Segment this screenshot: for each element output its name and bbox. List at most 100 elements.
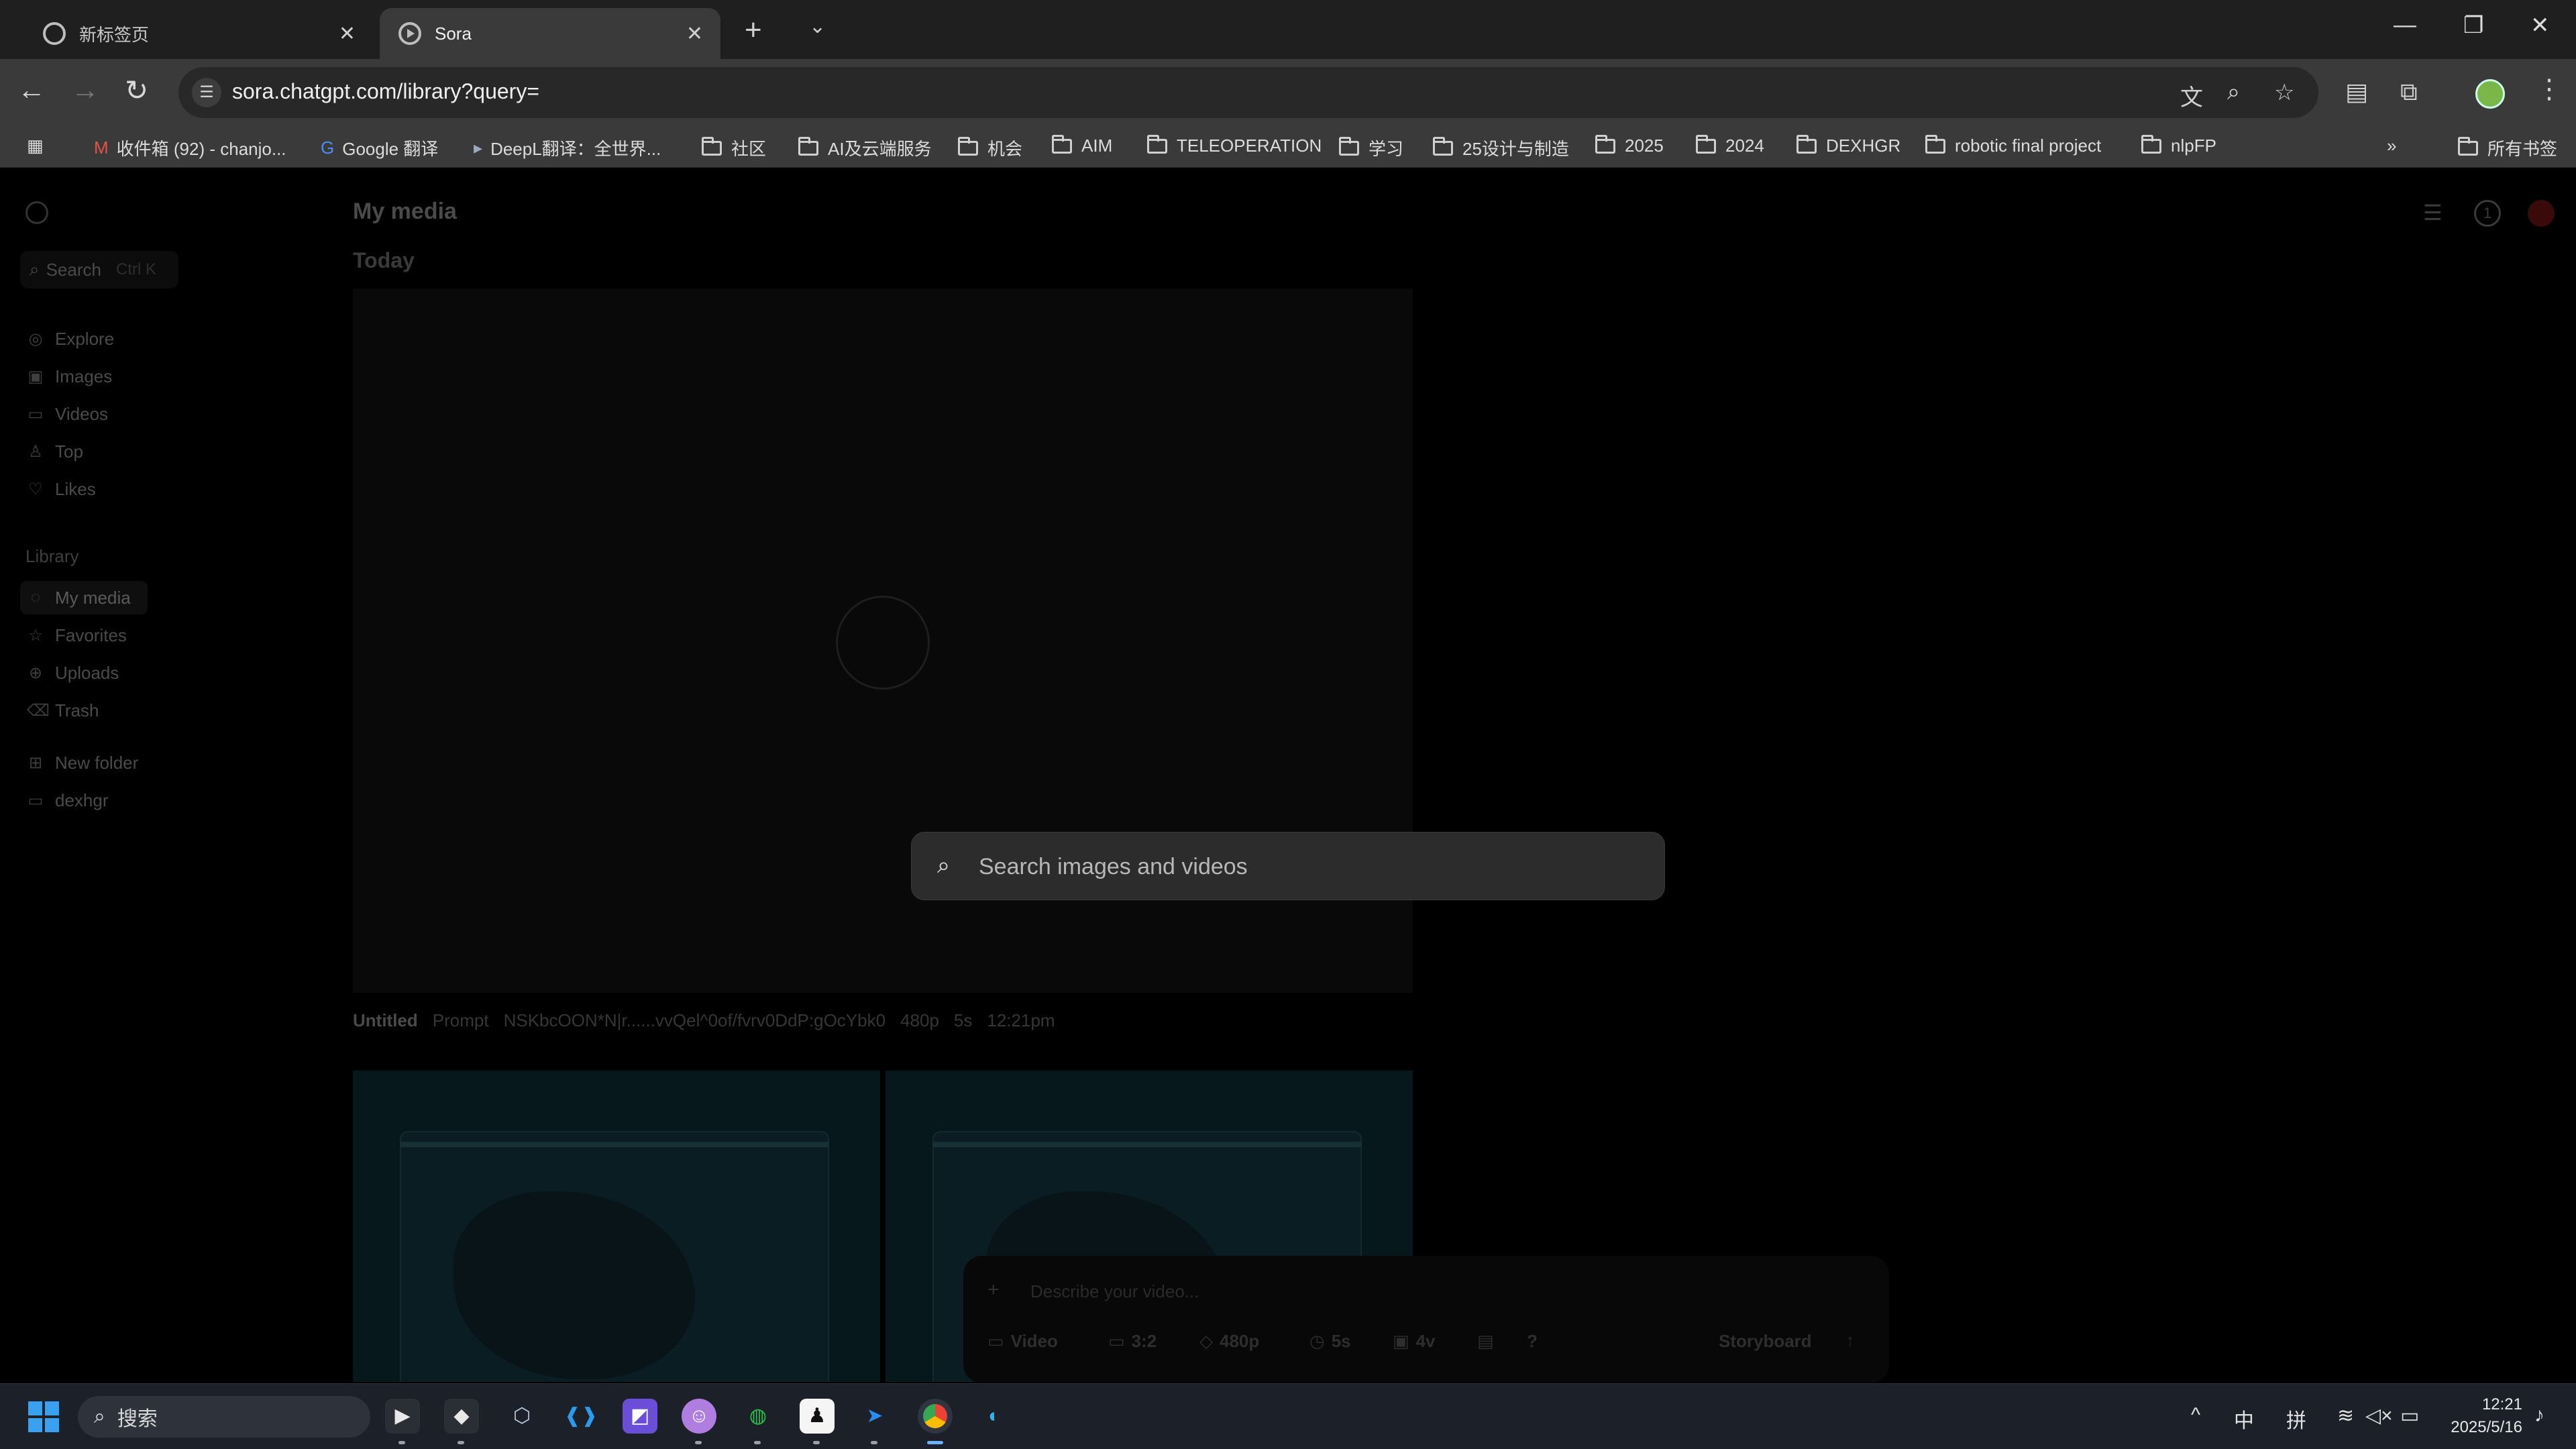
taskbar-search[interactable]: ⌕ 搜索 <box>78 1396 370 1438</box>
duration-selector[interactable]: ◷ 5s <box>1309 1331 1351 1352</box>
vscode-icon[interactable]: ❰❱ <box>564 1399 598 1434</box>
document-extension-icon[interactable]: ▤ <box>2345 78 2368 106</box>
apps-grid-icon[interactable]: ▦ <box>27 136 52 156</box>
avatar[interactable] <box>2528 200 2555 227</box>
folder-icon: ▭ <box>28 791 44 810</box>
bookmark-folder[interactable]: 社区 <box>702 136 766 160</box>
media-icon: ◌ <box>30 588 41 606</box>
bookmark-folder[interactable]: 25设计与制造 <box>1433 136 1569 160</box>
sidebar-item-uploads[interactable]: ⊕ Uploads <box>20 656 148 690</box>
preset-icon[interactable]: ▤ <box>1477 1331 1494 1352</box>
tray-overflow-icon[interactable]: ^ <box>2191 1404 2200 1427</box>
browser-tab-bar: 新标签页 ✕ Sora ✕ + ⌄ — ❐ ✕ <box>0 0 2576 59</box>
edge-icon[interactable]: ◐ <box>977 1399 1012 1434</box>
battery-icon[interactable]: ▭ <box>2400 1404 2419 1428</box>
zoom-icon[interactable]: ⌕ <box>2227 79 2240 105</box>
app-feishu-icon[interactable]: ➤ <box>857 1399 892 1444</box>
bookmark-folder[interactable]: AI及云端服务 <box>798 136 932 160</box>
app-cube-icon[interactable]: ⬡ <box>504 1399 539 1434</box>
help-button[interactable]: ? <box>1527 1331 1538 1352</box>
upload-icon: ⊕ <box>28 663 43 682</box>
bookmark-folder[interactable]: nlpFP <box>2141 134 2216 156</box>
browser-menu-icon[interactable]: ⋮ <box>2536 74 2563 105</box>
extensions-puzzle-icon[interactable]: ⧉ <box>2400 78 2418 107</box>
sidebar-item-likes[interactable]: ♡ Likes <box>20 472 148 506</box>
taskbar-clock[interactable]: 12:21 2025/5/16 <box>2435 1393 2522 1439</box>
profile-avatar[interactable] <box>2475 79 2505 109</box>
bookmark-folder[interactable]: 学习 <box>1339 136 1403 160</box>
address-bar[interactable]: ☰ sora.chatgpt.com/library?query= 文 ⌕ ☆ <box>178 67 2318 118</box>
resolution-selector[interactable]: ◇ 480p <box>1199 1331 1259 1352</box>
search-input[interactable] <box>979 849 1636 885</box>
sidebar-item-top[interactable]: ♙ Top <box>20 435 148 468</box>
bookmark-folder[interactable]: DEXHGR <box>1796 134 1900 156</box>
tab-new-tab[interactable]: 新标签页 ✕ <box>24 8 373 59</box>
windows-start-icon[interactable] <box>28 1401 59 1432</box>
translate-icon[interactable]: 文 <box>2180 79 2203 112</box>
app-terminal-icon[interactable]: ▶ <box>385 1399 420 1444</box>
tab-sora[interactable]: Sora ✕ <box>380 8 720 59</box>
media-thumbnail[interactable] <box>353 1071 880 1382</box>
storyboard-button[interactable]: Storyboard <box>1719 1331 1812 1352</box>
chrome-icon[interactable] <box>918 1399 953 1444</box>
bookmark-folder[interactable]: robotic final project <box>1925 134 2101 156</box>
back-icon[interactable]: ← <box>17 74 46 106</box>
openai-logo-icon[interactable] <box>25 201 48 224</box>
aspect-ratio-selector[interactable]: ▭ 3:2 <box>1108 1331 1157 1352</box>
new-tab-button[interactable]: + <box>745 13 762 47</box>
close-window-icon[interactable]: ✕ <box>2530 12 2550 39</box>
folder-icon <box>1433 136 1453 156</box>
sidebar-item-explore[interactable]: ◎ Explore <box>20 322 148 356</box>
notification-badge[interactable]: 1 <box>2474 200 2501 227</box>
app-cat-icon[interactable]: ☺ <box>682 1399 716 1444</box>
video-icon: ▭ <box>28 405 44 423</box>
bookmark-folder[interactable]: 机会 <box>958 136 1022 160</box>
sidebar-item-new-folder[interactable]: ⊞ New folder <box>20 746 148 780</box>
sidebar-item-dexhgr[interactable]: ▭ dexhgr <box>20 784 148 817</box>
bookmark-folder[interactable]: AIM <box>1052 134 1112 156</box>
close-tab-icon[interactable]: ✕ <box>686 22 703 46</box>
bookmark-deepl[interactable]: ▸ DeepL翻译：全世界... <box>474 136 661 160</box>
volume-muted-icon[interactable]: ◁× <box>2365 1404 2393 1428</box>
sidebar-item-my-media[interactable]: ◌ My media <box>20 581 148 614</box>
sidebar-search[interactable]: ⌕ Search Ctrl K <box>20 251 178 288</box>
close-tab-icon[interactable]: ✕ <box>339 22 356 46</box>
windows-taskbar: ⌕ 搜索 ▶ ◆ ⬡ ❰❱ ◩ ☺ ◍ ♟ ➤ ◐ ^ 中 拼 ≋ ◁× ▭ 1… <box>0 1383 2576 1449</box>
prompt-input[interactable]: Describe your video... <box>1030 1281 1199 1302</box>
tab-search-chevron-icon[interactable]: ⌄ <box>809 15 826 38</box>
ime-mode[interactable]: 拼 <box>2286 1404 2306 1434</box>
bookmark-folder[interactable]: 2025 <box>1595 134 1664 156</box>
bookmark-folder[interactable]: 2024 <box>1696 134 1764 156</box>
wechat-icon[interactable]: ◍ <box>741 1399 775 1444</box>
add-icon[interactable]: + <box>987 1279 1000 1301</box>
app-cursor-icon[interactable]: ◆ <box>444 1399 479 1444</box>
forward-icon[interactable]: → <box>71 74 99 106</box>
site-info-icon[interactable]: ☰ <box>192 78 221 107</box>
sidebar-item-trash[interactable]: ⌫ Trash <box>20 694 148 727</box>
list-view-icon[interactable]: ☰ <box>2423 200 2443 225</box>
sidebar-item-favorites[interactable]: ☆ Favorites <box>20 619 148 652</box>
url-text[interactable]: sora.chatgpt.com/library?query= <box>232 79 539 104</box>
restore-icon[interactable]: ❐ <box>2463 12 2483 39</box>
minimize-icon[interactable]: — <box>2394 12 2416 38</box>
resolution-icon: ◇ <box>1199 1331 1213 1351</box>
sidebar-item-images[interactable]: ▣ Images <box>20 360 148 393</box>
bookmark-folder[interactable]: TELEOPERATION <box>1147 134 1322 156</box>
ime-language[interactable]: 中 <box>2234 1404 2254 1434</box>
reload-icon[interactable]: ↻ <box>125 74 148 107</box>
bookmark-google-translate[interactable]: G Google 翻译 <box>321 136 438 160</box>
sidebar-item-videos[interactable]: ▭ Videos <box>20 397 148 431</box>
variations-selector[interactable]: ▣ 4v <box>1393 1331 1436 1352</box>
video-title[interactable]: Untitled <box>353 1010 418 1031</box>
notification-bell-icon[interactable]: ♪ <box>2534 1404 2544 1427</box>
bookmark-star-icon[interactable]: ☆ <box>2274 79 2294 106</box>
bookmark-gmail[interactable]: M 收件箱 (92) - chanjo... <box>94 136 286 160</box>
type-selector[interactable]: ▭ Video <box>987 1331 1058 1352</box>
wifi-icon[interactable]: ≋ <box>2337 1404 2354 1428</box>
video-composer: + Describe your video... ▭ Video ▭ 3:2 ◇ 48… <box>963 1256 1889 1383</box>
more-bookmarks-icon[interactable]: » <box>2387 136 2404 156</box>
qq-icon[interactable]: ♟ <box>800 1399 835 1444</box>
all-bookmarks[interactable]: 所有书签 <box>2458 136 2557 160</box>
submit-arrow-icon[interactable]: ↑ <box>1835 1326 1865 1355</box>
app-jetbrains-icon[interactable]: ◩ <box>623 1399 657 1434</box>
